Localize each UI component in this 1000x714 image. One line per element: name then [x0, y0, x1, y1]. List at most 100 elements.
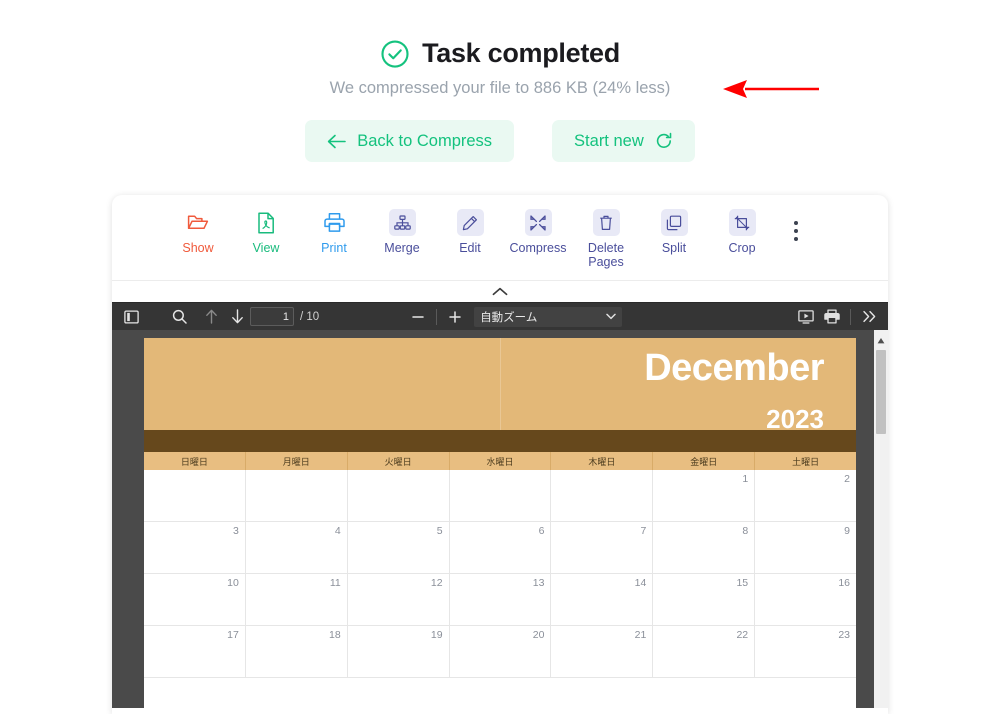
tool-label: Crop	[728, 241, 756, 255]
calendar-week-row: 17 18 19 20 21 22 23	[144, 626, 856, 678]
tool-show[interactable]: Show	[164, 209, 232, 255]
page-number-input[interactable]	[250, 307, 294, 326]
calendar-banner: December 2023	[144, 338, 856, 434]
calendar-day-cell: 17	[144, 626, 246, 677]
calendar-day-cell	[246, 470, 348, 521]
kebab-dot	[794, 221, 798, 225]
weekday-label: 水曜日	[450, 452, 552, 470]
tool-compress[interactable]: Compress	[504, 209, 572, 255]
calendar-day-cell: 8	[653, 522, 756, 573]
vertical-scrollbar[interactable]	[874, 330, 888, 708]
weekday-label: 火曜日	[348, 452, 450, 470]
pencil-icon	[456, 209, 484, 236]
tool-delete-pages[interactable]: Delete Pages	[572, 209, 640, 269]
tool-label: View	[252, 241, 280, 255]
start-new-button[interactable]: Start new	[552, 120, 695, 162]
document-toolbar: Show View Print Merge Edit Compress Dele…	[112, 195, 888, 280]
scrollbar-thumb[interactable]	[876, 350, 886, 434]
calendar-weekday-header: 日曜日 月曜日 火曜日 水曜日 木曜日 金曜日 土曜日	[144, 452, 856, 470]
calendar-week-row: 10 11 12 13 14 15 16	[144, 574, 856, 626]
zoom-level-select[interactable]: 自動ズーム	[474, 306, 623, 327]
crop-icon	[728, 209, 756, 236]
viewer-print-icon[interactable]	[819, 306, 845, 328]
tool-label: Show	[182, 241, 214, 255]
refresh-icon	[655, 132, 673, 150]
chevron-up-icon	[492, 283, 508, 301]
calendar-document-page: December 2023 日曜日 月曜日 火曜日 水曜日 木曜日 金曜日 土曜…	[144, 338, 856, 708]
split-pages-icon	[660, 209, 688, 236]
calendar-day-cell	[144, 470, 246, 521]
action-buttons: Back to Compress Start new	[0, 120, 1000, 162]
calendar-day-cell: 14	[551, 574, 654, 625]
calendar-day-cell: 22	[653, 626, 756, 677]
calendar-day-cell	[450, 470, 552, 521]
calendar-day-cell: 2	[844, 473, 851, 485]
merge-nodes-icon	[388, 209, 416, 236]
tool-label: Edit	[459, 241, 481, 255]
open-folder-icon	[185, 209, 212, 236]
calendar-day-cell: 1	[653, 470, 756, 521]
tool-print[interactable]: Print	[300, 209, 368, 255]
calendar-day-cell: 9	[844, 525, 851, 537]
calendar-week-row: 1 2	[144, 470, 856, 522]
toolbar-divider	[850, 308, 851, 325]
calendar-year: 2023	[766, 404, 824, 434]
calendar-day-cell: 18	[246, 626, 348, 677]
calendar-day-cell: 7	[551, 522, 654, 573]
pdf-viewer-toolbar: / 10 自動ズーム	[112, 302, 888, 330]
arrow-left-icon	[327, 134, 347, 149]
tool-label: Delete Pages	[587, 241, 625, 269]
printer-icon	[321, 209, 348, 236]
calendar-month: December	[644, 347, 824, 389]
start-new-label: Start new	[574, 131, 644, 150]
calendar-day-cell: 21	[551, 626, 654, 677]
calendar-day-cell: 11	[246, 574, 348, 625]
weekday-label: 土曜日	[792, 456, 820, 467]
weekday-label: 金曜日	[653, 452, 756, 470]
calendar-day-cell	[348, 470, 450, 521]
scroll-up-icon[interactable]	[877, 332, 885, 344]
next-page-button[interactable]	[224, 306, 250, 328]
calendar-day-cell: 16	[838, 577, 851, 589]
zoom-level-value: 自動ズーム	[480, 311, 538, 324]
sidebar-toggle-icon[interactable]	[118, 306, 144, 328]
calendar-day-cell: 5	[348, 522, 450, 573]
more-tools-icon[interactable]	[856, 306, 882, 328]
pdf-app-card: Show View Print Merge Edit Compress Dele…	[112, 195, 888, 714]
tool-merge[interactable]: Merge	[368, 209, 436, 255]
tool-label: Merge	[384, 241, 420, 255]
previous-page-button[interactable]	[198, 306, 224, 328]
tool-edit[interactable]: Edit	[436, 209, 504, 255]
toolbar-divider	[436, 308, 438, 325]
calendar-day-cell: 13	[450, 574, 552, 625]
page-total-label: / 10	[300, 310, 320, 323]
trash-icon	[592, 209, 620, 236]
calendar-day-cell: 4	[246, 522, 348, 573]
zoom-in-button[interactable]	[442, 306, 468, 328]
weekday-label: 月曜日	[246, 452, 348, 470]
kebab-dot	[794, 237, 798, 241]
zoom-out-button[interactable]	[405, 306, 431, 328]
kebab-dot	[794, 229, 798, 233]
calendar-day-cell: 10	[144, 574, 246, 625]
search-icon[interactable]	[166, 306, 192, 328]
tool-label: Compress	[509, 241, 567, 255]
pdf-file-icon	[253, 209, 280, 236]
calendar-day-cell	[551, 470, 654, 521]
tool-split[interactable]: Split	[640, 209, 708, 255]
kebab-menu-icon[interactable]	[794, 221, 798, 241]
tool-view[interactable]: View	[232, 209, 300, 255]
calendar-day-cell: 3	[144, 522, 246, 573]
toolbar-collapse-button[interactable]	[112, 280, 888, 302]
weekday-label: 日曜日	[144, 452, 246, 470]
result-header: Task completed We compressed your file t…	[0, 0, 1000, 98]
presentation-mode-icon[interactable]	[793, 306, 819, 328]
calendar-day-cell: 6	[450, 522, 552, 573]
chevron-down-icon	[606, 311, 616, 323]
subtitle-row: We compressed your file to 886 KB (24% l…	[0, 79, 1000, 98]
calendar-day-cell: 20	[450, 626, 552, 677]
back-to-compress-label: Back to Compress	[357, 131, 493, 150]
back-to-compress-button[interactable]: Back to Compress	[305, 120, 515, 162]
red-left-arrow-annotation-icon	[723, 79, 819, 99]
tool-crop[interactable]: Crop	[708, 209, 776, 255]
